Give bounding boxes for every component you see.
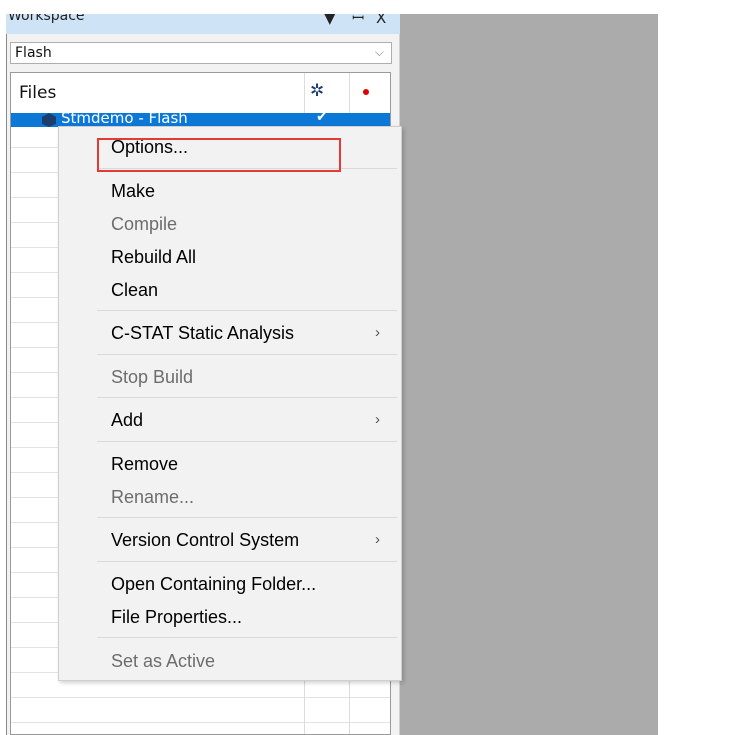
- menu-separator: [97, 517, 397, 518]
- submenu-arrow-icon: ›: [375, 324, 380, 341]
- options-highlight-box: [97, 138, 341, 172]
- menu-item-open-containing-folder[interactable]: Open Containing Folder...: [111, 574, 316, 595]
- checkmark-icon: ✔: [316, 109, 328, 125]
- files-column-header: Files: [19, 83, 57, 103]
- configuration-value: Flash: [15, 45, 52, 61]
- menu-item-compile[interactable]: Compile: [111, 214, 177, 235]
- pin-icon[interactable]: ꟷ: [352, 14, 364, 28]
- menu-item-rename[interactable]: Rename...: [111, 487, 194, 508]
- menu-item-make[interactable]: Make: [111, 181, 155, 202]
- menu-separator: [97, 397, 397, 398]
- gear-icon: ✲: [310, 81, 325, 101]
- configuration-select[interactable]: Flash ⌵: [10, 42, 392, 64]
- close-icon[interactable]: X: [376, 14, 386, 28]
- workspace-title: Workspace: [8, 14, 85, 24]
- menu-item-cstat[interactable]: C-STAT Static Analysis: [111, 323, 294, 344]
- workspace-header: Workspace ▼ ꟷ X: [6, 14, 400, 34]
- panel-menu-icon[interactable]: ▼: [324, 14, 336, 28]
- project-label: Stmdemo - Flash: [61, 109, 188, 127]
- submenu-arrow-icon: ›: [375, 411, 380, 428]
- menu-item-file-properties[interactable]: File Properties...: [111, 607, 242, 628]
- breakpoint-dot-icon: [363, 89, 369, 95]
- menu-separator: [97, 561, 397, 562]
- menu-separator: [97, 354, 397, 355]
- menu-separator: [97, 637, 397, 638]
- menu-separator: [97, 441, 397, 442]
- menu-item-rebuild-all[interactable]: Rebuild All: [111, 247, 196, 268]
- menu-separator: [97, 310, 397, 311]
- menu-item-stop-build[interactable]: Stop Build: [111, 367, 193, 388]
- menu-item-version-control[interactable]: Version Control System: [111, 530, 299, 551]
- menu-item-clean[interactable]: Clean: [111, 280, 158, 301]
- submenu-arrow-icon: ›: [375, 531, 380, 548]
- menu-item-remove[interactable]: Remove: [111, 454, 178, 475]
- chevron-down-icon: ⌵: [374, 45, 384, 59]
- menu-item-set-as-active[interactable]: Set as Active: [111, 651, 215, 672]
- menu-item-add[interactable]: Add: [111, 410, 143, 431]
- context-menu: Options... Make Compile Rebuild All Clea…: [58, 126, 402, 681]
- editor-area: [400, 14, 658, 735]
